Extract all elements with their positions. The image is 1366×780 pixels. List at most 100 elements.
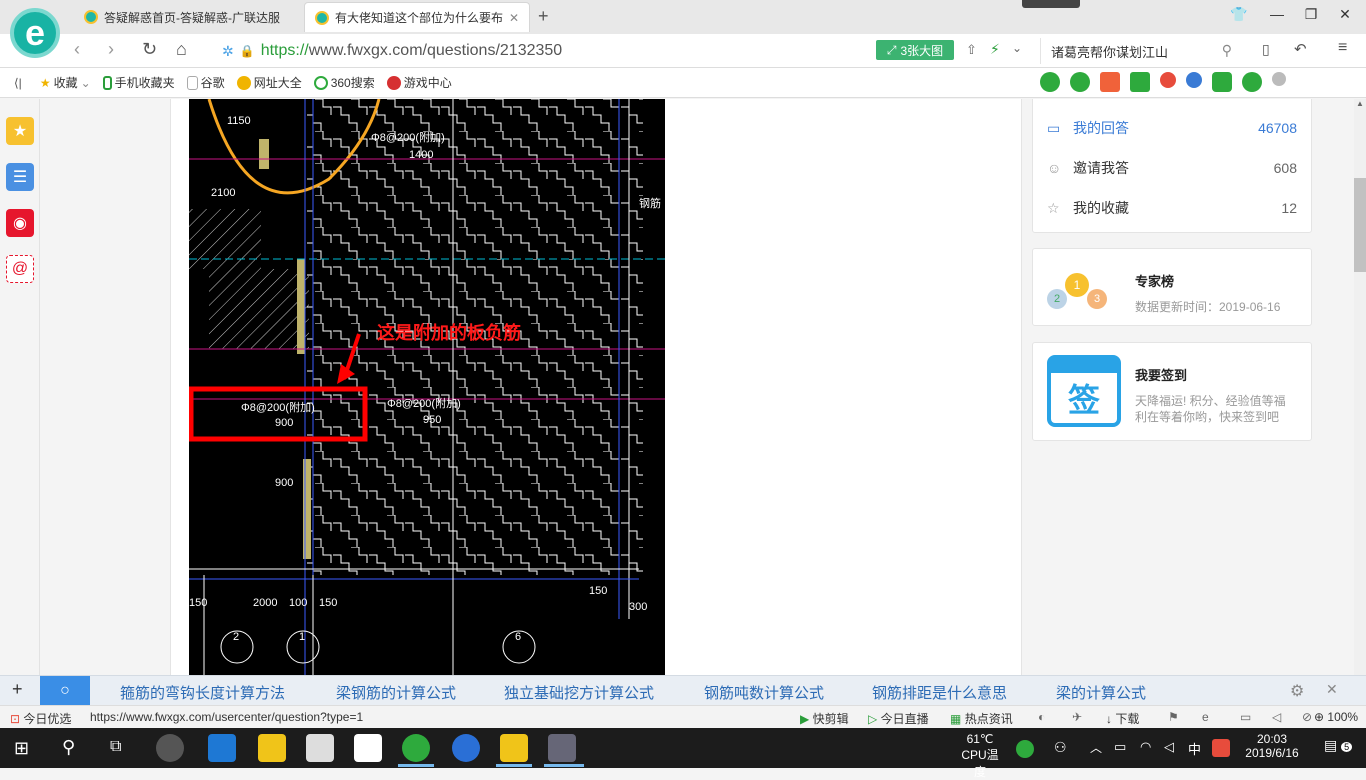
new-tab-button[interactable]: + bbox=[538, 6, 549, 27]
signin-card[interactable]: 签 我要签到 天降福运! 积分、经验值等福利在等着你哟，快来签到吧 bbox=[1032, 342, 1312, 441]
sidebar-toggle-icon[interactable]: ⟨| bbox=[14, 76, 22, 90]
flag-icon[interactable]: ⚑ bbox=[1168, 710, 1179, 724]
calendar-header bbox=[1051, 359, 1117, 373]
mail-icon[interactable] bbox=[354, 734, 382, 762]
sogou-icon[interactable] bbox=[452, 734, 480, 762]
my-answers-row[interactable]: ▭ 我的回答 46708 bbox=[1047, 116, 1297, 140]
bookmark-google[interactable]: 谷歌 bbox=[186, 74, 225, 91]
share-icon[interactable]: ⇧ bbox=[966, 42, 977, 58]
wifi-icon[interactable]: ◠ bbox=[1140, 739, 1151, 755]
sogou-ime-icon[interactable] bbox=[1212, 739, 1230, 757]
home-button[interactable]: ⌂ bbox=[176, 39, 187, 60]
reload-button[interactable]: ↻ bbox=[142, 39, 157, 60]
browser-logo-icon[interactable]: e bbox=[10, 8, 60, 58]
scrollbar-thumb[interactable] bbox=[1354, 178, 1366, 272]
gamepad-icon[interactable] bbox=[1212, 72, 1232, 92]
helper-icon[interactable] bbox=[1070, 72, 1090, 92]
hot-link[interactable]: 钢筋排距是什么意思 bbox=[872, 682, 1007, 703]
hot-link[interactable]: 独立基础挖方计算公式 bbox=[504, 682, 654, 703]
tab-question[interactable]: 有大佬知道这个部位为什么要布置 ✕ bbox=[304, 2, 530, 32]
phone-icon[interactable]: ▯ bbox=[1262, 41, 1270, 58]
big-image-label: 3张大图 bbox=[900, 43, 944, 58]
settings-gear-icon[interactable]: ⚙ bbox=[1290, 681, 1304, 701]
tv-icon[interactable] bbox=[1100, 72, 1120, 92]
window-icon[interactable]: ▭ bbox=[1240, 710, 1251, 724]
menu-icon[interactable]: ≡ bbox=[1338, 39, 1347, 57]
volume-icon[interactable]: ◁ bbox=[1164, 739, 1174, 755]
cad-viewer-icon[interactable] bbox=[548, 734, 576, 762]
ime-indicator[interactable]: 中 bbox=[1188, 739, 1201, 758]
back-button[interactable]: ‹ bbox=[74, 39, 80, 60]
maximize-button[interactable]: ❐ bbox=[1296, 6, 1326, 23]
glodon-icon[interactable] bbox=[500, 734, 528, 762]
cpu-temp[interactable]: 61℃ CPU温度 bbox=[960, 732, 1000, 780]
accelerate-icon[interactable]: ◐ bbox=[1038, 710, 1045, 724]
pin-icon[interactable]: ✈ bbox=[1072, 710, 1082, 724]
search-icon[interactable]: ⚲ bbox=[1222, 42, 1232, 59]
news-icon[interactable]: ☰ bbox=[6, 163, 34, 191]
360-browser-taskbar-icon[interactable] bbox=[156, 734, 184, 762]
add-icon[interactable]: + bbox=[12, 679, 23, 700]
chevron-up-icon[interactable]: ︿ bbox=[1090, 739, 1102, 756]
people-icon[interactable]: ⚇ bbox=[1054, 739, 1067, 756]
tab-qa-home[interactable]: 答疑解惑首页-答疑解惑-广联达服 bbox=[74, 2, 302, 32]
360-browser-active-icon[interactable] bbox=[402, 734, 430, 762]
today-picks[interactable]: ⊡ 今日优选 bbox=[10, 710, 71, 727]
battery-icon[interactable]: ▭ bbox=[1114, 739, 1126, 755]
hot-link[interactable]: 钢筋吨数计算公式 bbox=[704, 682, 824, 703]
search-icon[interactable]: ⚲ bbox=[62, 737, 75, 758]
bookmark-360search[interactable]: 360搜索 bbox=[313, 74, 375, 91]
zoom-level[interactable]: ⊕ 100% bbox=[1314, 710, 1358, 724]
clock[interactable]: 20:03 2019/6/16 bbox=[1242, 732, 1302, 760]
bookmark-mobile[interactable]: 手机收藏夹 bbox=[102, 74, 175, 91]
clock-time: 20:03 bbox=[1256, 732, 1288, 746]
cad-drawing-image[interactable]: 这是附加的板负筋 Φ8@200(附加) 900 Φ8@200(附加) 950 Φ… bbox=[188, 99, 665, 675]
ie-icon[interactable]: e bbox=[1202, 710, 1209, 724]
favorites-row[interactable]: ☆ 我的收藏 12 bbox=[1047, 196, 1297, 220]
hot-news[interactable]: ▦ 热点资讯 bbox=[950, 710, 1013, 727]
favorites-star-icon[interactable]: ★ bbox=[6, 117, 34, 145]
close-window-button[interactable]: ✕ bbox=[1330, 6, 1360, 23]
notification-center[interactable]: ▤ 5 bbox=[1324, 737, 1353, 754]
chevron-down-icon[interactable]: ⌄ bbox=[1012, 41, 1022, 55]
search-tool-icon[interactable] bbox=[1186, 72, 1202, 88]
shield-icon[interactable] bbox=[1242, 72, 1262, 92]
forward-button[interactable]: › bbox=[108, 39, 114, 60]
more-icon[interactable] bbox=[1272, 72, 1286, 86]
live[interactable]: ▷ 今日直播 bbox=[868, 710, 929, 727]
skin-icon[interactable]: 👕 bbox=[1224, 6, 1254, 23]
quick-clip[interactable]: ▶ 快剪辑 bbox=[800, 710, 849, 727]
bookmark-sites[interactable]: 网址大全 bbox=[236, 74, 302, 91]
weibo-icon[interactable]: ◉ bbox=[6, 209, 34, 237]
wechat-icon[interactable] bbox=[1040, 72, 1060, 92]
scissors-icon[interactable] bbox=[1160, 72, 1176, 88]
site-settings-icon[interactable]: ✲ bbox=[222, 43, 234, 60]
downloads[interactable]: ↓ 下载 bbox=[1106, 710, 1139, 727]
expert-rank-card[interactable]: 2 1 3 专家榜 数据更新时间：2019-06-16 bbox=[1032, 248, 1312, 326]
file-explorer-icon[interactable] bbox=[258, 734, 286, 762]
hot-link[interactable]: 梁的计算公式 bbox=[1056, 682, 1146, 703]
task-view-icon[interactable]: ⧉ bbox=[110, 738, 121, 756]
start-button[interactable]: ⊞ bbox=[14, 738, 29, 759]
invited-row[interactable]: ☺ 邀请我答 608 bbox=[1047, 156, 1297, 180]
close-tab-icon[interactable]: ✕ bbox=[509, 11, 519, 25]
edge-icon[interactable] bbox=[208, 734, 236, 762]
store-icon[interactable] bbox=[306, 734, 334, 762]
scroll-up-arrow-icon[interactable]: ▲ bbox=[1356, 99, 1364, 108]
address-bar[interactable]: ✲ 🔒 https://www.fwxgx.com/questions/2132… bbox=[222, 38, 862, 64]
bookmark-games[interactable]: 游戏中心 bbox=[386, 74, 452, 91]
close-icon[interactable]: ✕ bbox=[1326, 681, 1338, 698]
hot-link[interactable]: 箍筋的弯钩长度计算方法 bbox=[120, 682, 285, 703]
speed-icon[interactable]: ⚡ bbox=[990, 41, 1000, 58]
speaker-icon[interactable]: ◁ bbox=[1272, 710, 1281, 724]
undo-icon[interactable]: ↶ bbox=[1294, 40, 1307, 58]
search-input[interactable]: 诸葛亮帮你谋划江山 ⚲ bbox=[1040, 38, 1240, 64]
bookmark-favorites[interactable]: ★ 收藏 ⌄ bbox=[40, 74, 91, 91]
minimize-button[interactable]: — bbox=[1262, 6, 1292, 22]
hot-link[interactable]: 梁钢筋的计算公式 bbox=[336, 682, 456, 703]
email-icon[interactable]: @ bbox=[6, 255, 34, 283]
360-guard-icon[interactable] bbox=[1016, 740, 1034, 758]
translate-icon[interactable] bbox=[1130, 72, 1150, 92]
big-image-button[interactable]: ⤢ 3张大图 bbox=[876, 40, 954, 60]
mute-icon[interactable]: ⊘ bbox=[1302, 710, 1312, 724]
